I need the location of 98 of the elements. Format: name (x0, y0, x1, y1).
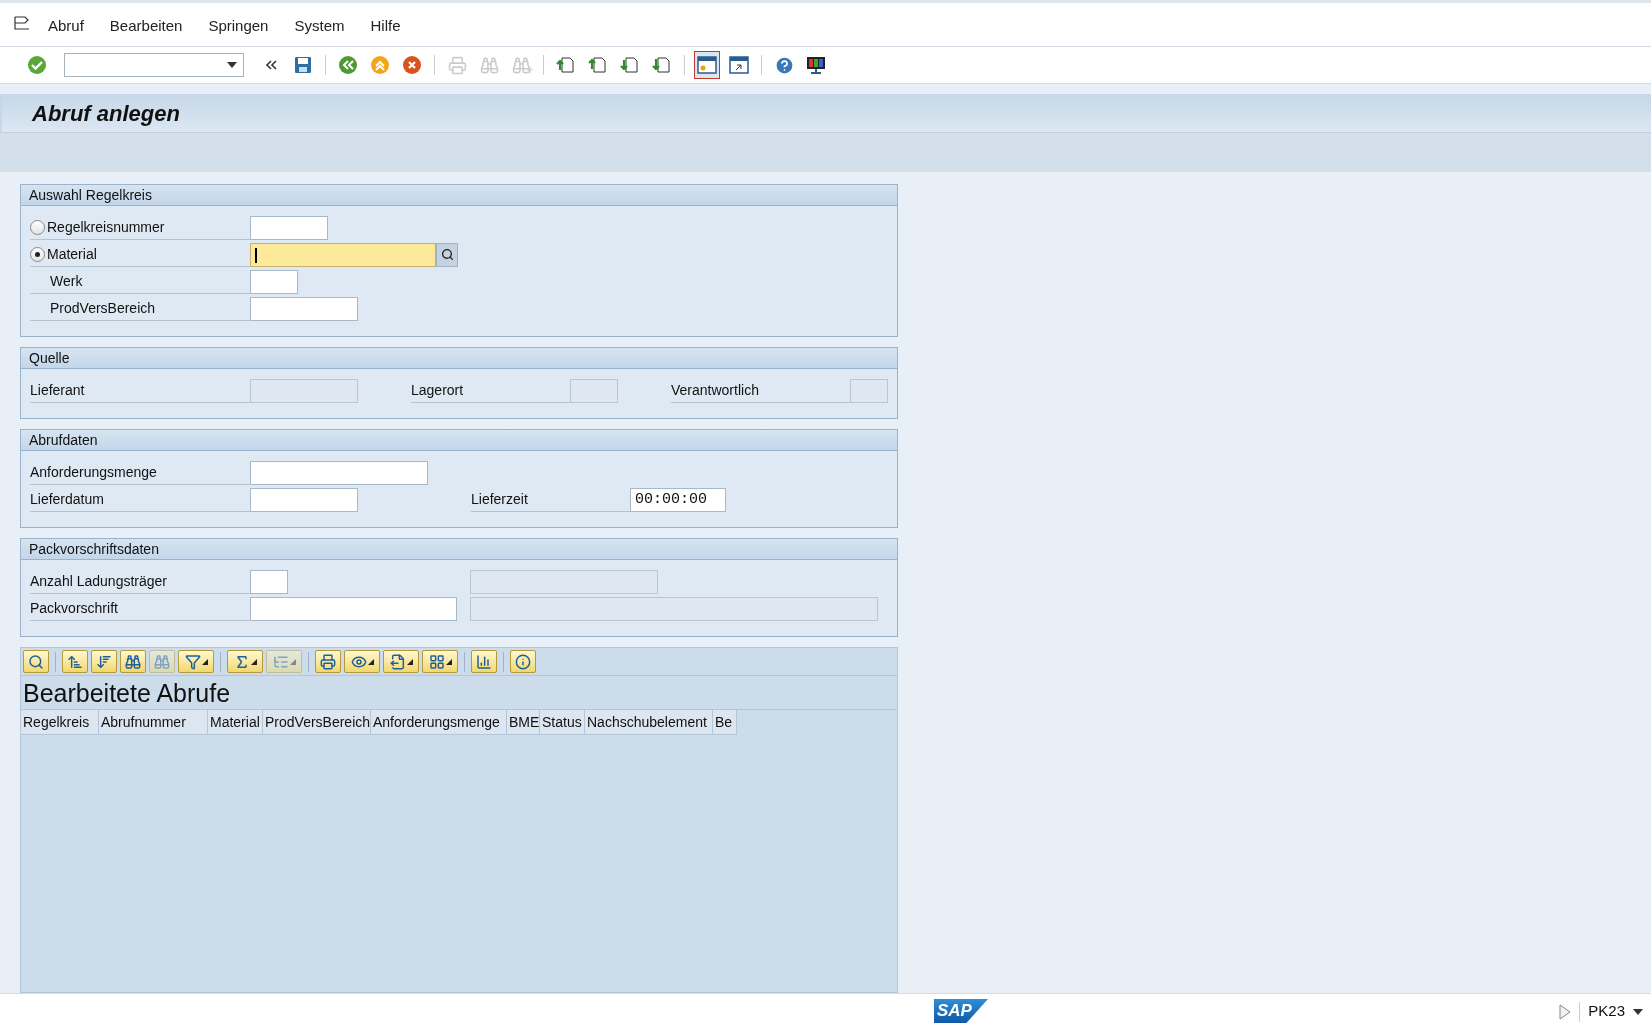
field-label: Anzahl Ladungsträger (30, 571, 167, 591)
check-icon (27, 55, 47, 75)
eye-button[interactable] (344, 650, 380, 673)
input-field[interactable] (250, 569, 288, 594)
grid-button[interactable] (422, 650, 458, 673)
export-icon (389, 653, 406, 670)
binoculars-button[interactable] (120, 650, 146, 673)
sort-descending-icon (96, 653, 112, 670)
new-window-icon (696, 55, 718, 75)
input-field[interactable] (250, 242, 436, 267)
field-label: Lagerort (411, 380, 464, 400)
search-help-button[interactable] (436, 242, 458, 267)
radio-button[interactable] (30, 246, 45, 262)
back-icon (338, 55, 358, 75)
column-header[interactable]: ProdVersBereich (263, 710, 371, 734)
sort-ascending-button[interactable] (62, 650, 88, 673)
info-icon (515, 653, 531, 670)
menu-corner-icon (250, 658, 257, 665)
previous-page-icon (588, 55, 608, 75)
sigma-button[interactable] (227, 650, 263, 673)
menu-corner-icon (367, 658, 374, 665)
field-label: Verantwortlich (671, 380, 759, 400)
double-chevron-icon (264, 58, 278, 72)
menu-item[interactable]: System (294, 14, 345, 37)
print-icon (447, 55, 467, 75)
print-button[interactable] (315, 650, 341, 673)
chart-icon (476, 653, 492, 670)
field-label: Packvorschrift (30, 598, 118, 618)
dropdown-caret-icon[interactable] (227, 62, 237, 68)
column-header[interactable]: Status (540, 710, 585, 734)
binoculars-plus-icon (511, 55, 531, 75)
detail-button[interactable] (23, 650, 49, 673)
menu-corner-icon (289, 658, 296, 665)
field-label: Lieferzeit (471, 489, 528, 509)
group-title: Quelle (21, 348, 897, 369)
filter-button[interactable] (178, 650, 214, 673)
next-page-icon (620, 55, 640, 75)
export-button[interactable] (383, 650, 419, 673)
chart-button[interactable] (471, 650, 497, 673)
text-cursor-icon (255, 247, 257, 263)
save-icon (293, 55, 313, 75)
input-field[interactable] (250, 460, 428, 485)
column-header[interactable]: Abrufnummer (99, 710, 208, 734)
menu-item[interactable]: Hilfe (370, 14, 401, 37)
binoculars-icon (479, 55, 499, 75)
search-icon (440, 248, 454, 261)
column-header[interactable]: Material (208, 710, 263, 734)
input-field[interactable] (250, 487, 358, 512)
menu-corner-icon (445, 658, 452, 665)
filter-icon (184, 653, 201, 670)
sort-ascending-icon (67, 653, 83, 670)
shortcut-window-icon (728, 55, 750, 75)
binoculars-plus-icon (154, 653, 170, 670)
group-title: Abrufdaten (21, 430, 897, 451)
help-icon (773, 54, 795, 76)
transaction-code: PK23 (1588, 1001, 1625, 1022)
menu-item[interactable]: Bearbeiten (109, 14, 183, 37)
radio-button[interactable] (30, 219, 45, 235)
column-header[interactable]: Anforderungsmenge (371, 710, 507, 734)
input-field[interactable]: 00:00:00 (630, 487, 726, 512)
field-label: Material (47, 244, 97, 264)
input-field[interactable] (250, 215, 328, 240)
field-label: Lieferdatum (30, 489, 104, 509)
binoculars-icon (125, 653, 141, 670)
menu-corner-icon (201, 658, 208, 665)
menu-item[interactable]: Springen (208, 14, 269, 37)
sort-descending-button[interactable] (91, 650, 117, 673)
print-icon (320, 653, 336, 670)
play-icon[interactable] (1559, 1003, 1572, 1020)
field-label: Lieferant (30, 380, 85, 400)
column-header[interactable]: Regelkreis (21, 710, 99, 734)
column-header[interactable]: Be (713, 710, 737, 734)
field-label: Werk (50, 271, 83, 291)
field-label: Regelkreisnummer (47, 217, 165, 237)
menu-item[interactable]: Abruf (48, 14, 84, 37)
grid-icon (428, 653, 445, 670)
dropdown-caret-icon[interactable] (1633, 1008, 1643, 1015)
column-header[interactable]: BME (507, 710, 540, 734)
input-field[interactable] (250, 596, 457, 621)
field-label: ProdVersBereich (50, 298, 156, 318)
input-field[interactable] (250, 296, 358, 321)
monitor-icon (805, 55, 827, 75)
field-label: Anforderungsmenge (30, 462, 157, 482)
group-title: Packvorschriftsdaten (21, 539, 897, 560)
info-button[interactable] (510, 650, 536, 673)
input-field[interactable] (250, 269, 298, 294)
cancel-icon (402, 55, 422, 75)
first-page-icon (556, 55, 576, 75)
screen-title: Abruf anlegen (32, 99, 180, 128)
menu-corner-icon (406, 658, 413, 665)
command-field[interactable] (64, 53, 244, 77)
last-page-icon (652, 55, 672, 75)
new-window-button[interactable] (694, 51, 720, 79)
group-title: Auswahl Regelkreis (21, 185, 897, 206)
exit-icon (370, 55, 390, 75)
column-header[interactable]: Nachschubelement (585, 710, 713, 734)
sap-logo: SAP (934, 999, 988, 1023)
detail-icon (28, 653, 44, 670)
